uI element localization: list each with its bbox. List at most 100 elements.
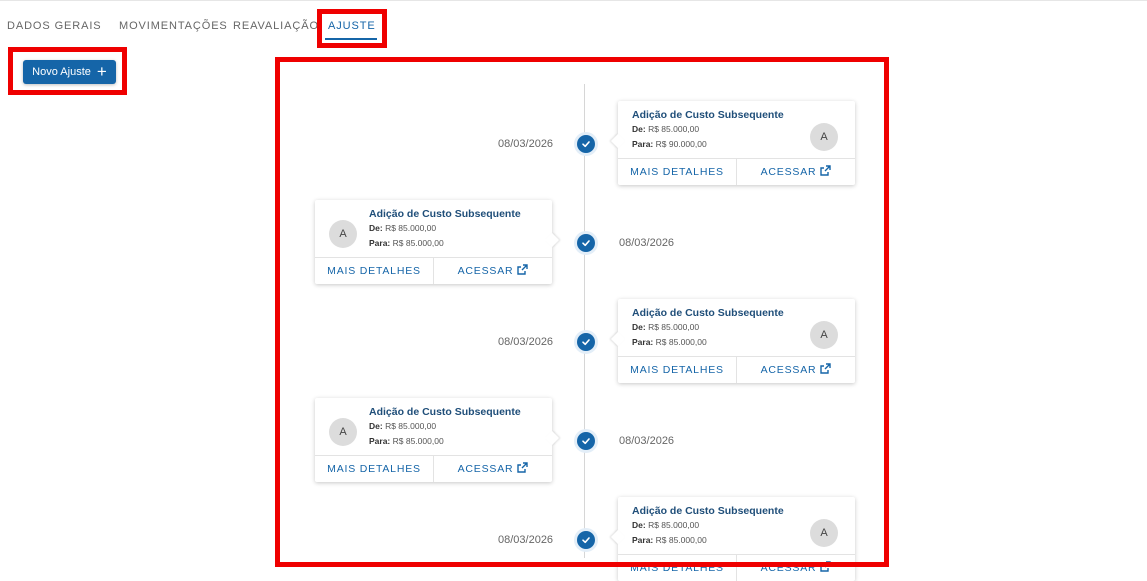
access-button[interactable]: ACESSAR bbox=[433, 258, 552, 284]
from-label: De: bbox=[369, 421, 383, 431]
card-actions: MAIS DETALHES ACESSAR bbox=[618, 158, 855, 185]
timeline-check-icon bbox=[577, 531, 595, 549]
card-title: Adição de Custo Subsequente bbox=[632, 505, 784, 517]
timeline-date: 08/03/2026 bbox=[498, 534, 554, 546]
card-from-line: De: R$ 85.000,00 bbox=[632, 322, 699, 332]
more-details-label: MAIS DETALHES bbox=[327, 265, 421, 277]
from-value: R$ 85.000,00 bbox=[385, 223, 437, 233]
access-button[interactable]: ACESSAR bbox=[433, 456, 552, 482]
timeline-date: 08/03/2026 bbox=[498, 138, 554, 150]
from-value: R$ 85.000,00 bbox=[648, 124, 700, 134]
more-details-button[interactable]: MAIS DETALHES bbox=[618, 555, 736, 581]
more-details-label: MAIS DETALHES bbox=[327, 463, 421, 475]
card-pointer bbox=[610, 529, 626, 545]
access-label: ACESSAR bbox=[457, 265, 514, 277]
plus-icon: + bbox=[96, 61, 107, 81]
card-title: Adição de Custo Subsequente bbox=[632, 109, 784, 121]
external-link-icon bbox=[517, 264, 529, 278]
top-divider bbox=[0, 0, 1147, 1]
from-label: De: bbox=[632, 520, 646, 530]
timeline-check-icon bbox=[577, 135, 595, 153]
external-link-icon bbox=[820, 363, 832, 377]
to-label: Para: bbox=[632, 139, 654, 149]
timeline-check-icon bbox=[577, 234, 595, 252]
avatar: A bbox=[810, 123, 838, 151]
more-details-button[interactable]: MAIS DETALHES bbox=[618, 159, 736, 185]
card-pointer bbox=[610, 331, 626, 347]
card-actions: MAIS DETALHES ACESSAR bbox=[618, 356, 855, 383]
access-label: ACESSAR bbox=[760, 364, 817, 376]
card-actions: MAIS DETALHES ACESSAR bbox=[315, 455, 552, 482]
external-link-icon bbox=[517, 462, 529, 476]
tab-reavaliacao[interactable]: REAVALIAÇÃO bbox=[233, 20, 319, 32]
to-value: R$ 90.000,00 bbox=[655, 139, 707, 149]
to-value: R$ 85.000,00 bbox=[655, 337, 707, 347]
tab-ajuste[interactable]: AJUSTE bbox=[328, 20, 376, 32]
avatar: A bbox=[329, 418, 357, 446]
card-actions: MAIS DETALHES ACESSAR bbox=[618, 554, 855, 581]
new-adjustment-label: Novo Ajuste bbox=[32, 66, 91, 78]
card-to-line: Para: R$ 90.000,00 bbox=[632, 139, 707, 149]
avatar: A bbox=[810, 519, 838, 547]
adjustment-card: Adição de Custo Subsequente De: R$ 85.000… bbox=[315, 398, 560, 482]
to-value: R$ 85.000,00 bbox=[392, 238, 444, 248]
timeline-check-icon bbox=[577, 432, 595, 450]
timeline-date: 08/03/2026 bbox=[619, 237, 675, 249]
card-title: Adição de Custo Subsequente bbox=[369, 406, 521, 418]
to-label: Para: bbox=[369, 238, 391, 248]
timeline-date: 08/03/2026 bbox=[498, 336, 554, 348]
from-label: De: bbox=[369, 223, 383, 233]
access-label: ACESSAR bbox=[457, 463, 514, 475]
card-to-line: Para: R$ 85.000,00 bbox=[632, 535, 707, 545]
timeline-date: 08/03/2026 bbox=[619, 435, 675, 447]
more-details-button[interactable]: MAIS DETALHES bbox=[315, 258, 433, 284]
card-from-line: De: R$ 85.000,00 bbox=[632, 520, 699, 530]
external-link-icon bbox=[820, 165, 832, 179]
access-button[interactable]: ACESSAR bbox=[736, 357, 855, 383]
access-label: ACESSAR bbox=[760, 562, 817, 574]
adjustment-card: Adição de Custo Subsequente De: R$ 85.000… bbox=[610, 497, 855, 581]
from-label: De: bbox=[632, 124, 646, 134]
from-label: De: bbox=[632, 322, 646, 332]
adjustment-card: Adição de Custo Subsequente De: R$ 85.000… bbox=[315, 200, 560, 284]
timeline-check-icon bbox=[577, 333, 595, 351]
to-label: Para: bbox=[632, 535, 654, 545]
card-from-line: De: R$ 85.000,00 bbox=[369, 223, 436, 233]
to-value: R$ 85.000,00 bbox=[655, 535, 707, 545]
more-details-label: MAIS DETALHES bbox=[630, 562, 724, 574]
access-button[interactable]: ACESSAR bbox=[736, 555, 855, 581]
to-label: Para: bbox=[632, 337, 654, 347]
card-pointer bbox=[544, 430, 560, 446]
card-to-line: Para: R$ 85.000,00 bbox=[369, 238, 444, 248]
tab-bar: DADOS GERAIS MOVIMENTAÇÕES REAVALIAÇÃO A… bbox=[0, 10, 1147, 48]
more-details-label: MAIS DETALHES bbox=[630, 364, 724, 376]
access-label: ACESSAR bbox=[760, 166, 817, 178]
card-pointer bbox=[610, 133, 626, 149]
card-to-line: Para: R$ 85.000,00 bbox=[632, 337, 707, 347]
card-from-line: De: R$ 85.000,00 bbox=[369, 421, 436, 431]
from-value: R$ 85.000,00 bbox=[648, 520, 700, 530]
adjustment-card: Adição de Custo Subsequente De: R$ 85.000… bbox=[610, 299, 855, 383]
card-title: Adição de Custo Subsequente bbox=[632, 307, 784, 319]
to-value: R$ 85.000,00 bbox=[392, 436, 444, 446]
card-to-line: Para: R$ 85.000,00 bbox=[369, 436, 444, 446]
more-details-button[interactable]: MAIS DETALHES bbox=[618, 357, 736, 383]
more-details-label: MAIS DETALHES bbox=[630, 166, 724, 178]
access-button[interactable]: ACESSAR bbox=[736, 159, 855, 185]
tab-movimentacoes[interactable]: MOVIMENTAÇÕES bbox=[119, 20, 228, 32]
timeline-line bbox=[584, 84, 585, 558]
card-pointer bbox=[544, 232, 560, 248]
card-actions: MAIS DETALHES ACESSAR bbox=[315, 257, 552, 284]
avatar: A bbox=[810, 321, 838, 349]
more-details-button[interactable]: MAIS DETALHES bbox=[315, 456, 433, 482]
from-value: R$ 85.000,00 bbox=[648, 322, 700, 332]
tab-dados-gerais[interactable]: DADOS GERAIS bbox=[7, 20, 102, 32]
new-adjustment-button[interactable]: Novo Ajuste + bbox=[23, 60, 116, 84]
active-tab-indicator bbox=[325, 38, 377, 40]
card-from-line: De: R$ 85.000,00 bbox=[632, 124, 699, 134]
card-title: Adição de Custo Subsequente bbox=[369, 208, 521, 220]
to-label: Para: bbox=[369, 436, 391, 446]
external-link-icon bbox=[820, 561, 832, 575]
avatar: A bbox=[329, 220, 357, 248]
from-value: R$ 85.000,00 bbox=[385, 421, 437, 431]
